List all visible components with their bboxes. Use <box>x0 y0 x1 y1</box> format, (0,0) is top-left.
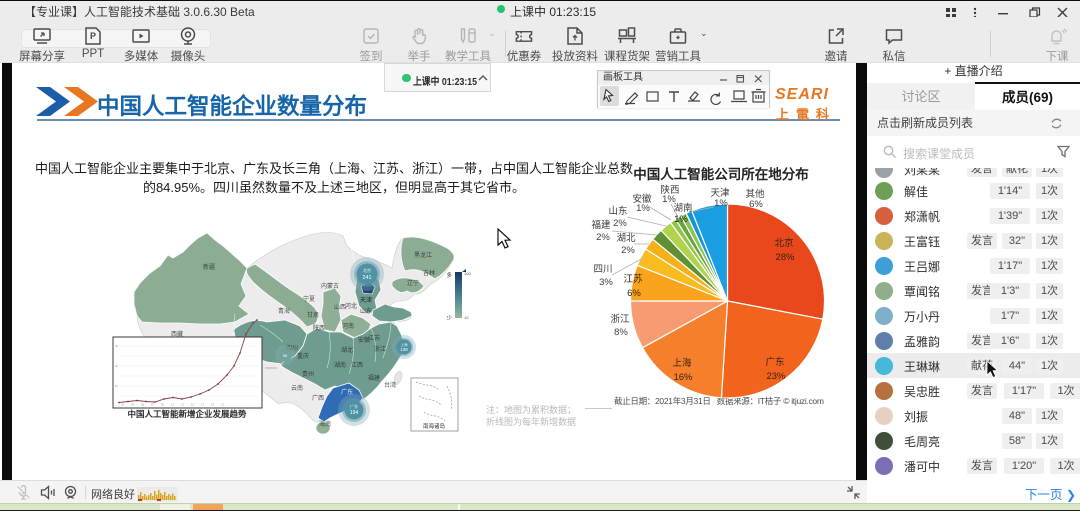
svg-text:北京: 北京 <box>363 267 371 273</box>
svg-text:1%: 1% <box>674 214 688 225</box>
svg-text:05: 05 <box>141 403 145 407</box>
svg-text:广西: 广西 <box>312 394 324 402</box>
svg-text:2%: 2% <box>621 245 635 256</box>
svg-text:6%: 6% <box>627 288 641 299</box>
svg-text:山东: 山东 <box>608 205 627 217</box>
svg-text:03: 03 <box>131 403 135 407</box>
svg-text:16%: 16% <box>673 372 693 383</box>
svg-text:09: 09 <box>161 403 165 407</box>
svg-text:福建: 福建 <box>368 374 380 382</box>
svg-text:台湾: 台湾 <box>384 381 396 389</box>
svg-text:重庆: 重庆 <box>297 352 309 360</box>
svg-text:13: 13 <box>181 403 185 407</box>
svg-text:北京: 北京 <box>774 237 793 249</box>
svg-text:194: 194 <box>350 410 359 416</box>
svg-text:陕西: 陕西 <box>313 324 325 332</box>
svg-text:少: 少 <box>446 315 452 322</box>
svg-text:10: 10 <box>464 315 469 320</box>
svg-text:广东: 广东 <box>765 356 784 368</box>
svg-text:甘肃: 甘肃 <box>307 311 319 319</box>
svg-text:17: 17 <box>201 403 205 407</box>
svg-text:138: 138 <box>400 347 408 352</box>
svg-text:8%: 8% <box>614 327 628 338</box>
svg-text:6%: 6% <box>749 199 763 210</box>
svg-text:15: 15 <box>191 403 195 407</box>
svg-text:天津: 天津 <box>360 297 372 304</box>
svg-text:241: 241 <box>362 275 371 281</box>
svg-text:湖北: 湖北 <box>616 233 636 244</box>
svg-text:浙江: 浙江 <box>610 313 630 325</box>
svg-text:28%: 28% <box>775 252 795 263</box>
svg-text:1%: 1% <box>714 198 728 209</box>
svg-text:辽宁: 辽宁 <box>407 279 419 287</box>
svg-text:湖南: 湖南 <box>673 202 692 214</box>
svg-text:宁夏: 宁夏 <box>303 295 315 303</box>
svg-text:中国人工智能新增企业发展趋势: 中国人工智能新增企业发展趋势 <box>127 409 247 419</box>
svg-text:河南: 河南 <box>342 322 354 330</box>
svg-text:21: 21 <box>221 403 225 407</box>
svg-text:贵州: 贵州 <box>302 370 314 378</box>
svg-text:江西: 江西 <box>351 362 363 369</box>
svg-text:广东: 广东 <box>350 403 358 409</box>
svg-text:内蒙古: 内蒙古 <box>321 282 339 290</box>
svg-text:湖北: 湖北 <box>341 346 353 354</box>
svg-text:海南: 海南 <box>319 420 331 428</box>
svg-text:新疆: 新疆 <box>203 263 215 271</box>
svg-text:浙江: 浙江 <box>374 345 386 353</box>
svg-text:湖南: 湖南 <box>334 361 346 369</box>
svg-text:山西: 山西 <box>334 303 346 311</box>
svg-text:07: 07 <box>151 403 155 407</box>
svg-text:福建: 福建 <box>591 219 611 231</box>
svg-text:黑龙江: 黑龙江 <box>414 251 432 259</box>
svg-text:青海: 青海 <box>278 307 290 315</box>
svg-text:云南: 云南 <box>291 384 303 392</box>
svg-text:四川: 四川 <box>593 264 612 275</box>
svg-text:多: 多 <box>446 271 452 279</box>
svg-text:96: 96 <box>283 354 287 358</box>
svg-text:23%: 23% <box>766 371 786 382</box>
svg-text:P: P <box>90 31 96 41</box>
svg-text:11: 11 <box>171 403 174 407</box>
svg-text:2%: 2% <box>613 218 627 229</box>
svg-text:1%: 1% <box>636 203 650 214</box>
svg-text:吉林: 吉林 <box>423 269 435 277</box>
svg-text:01: 01 <box>121 403 125 407</box>
svg-text:2%: 2% <box>596 232 610 243</box>
svg-text:山东: 山东 <box>360 307 372 315</box>
svg-text:江苏: 江苏 <box>623 273 643 285</box>
svg-text:江苏: 江苏 <box>368 334 380 342</box>
svg-text:3%: 3% <box>599 277 613 288</box>
svg-text:上海: 上海 <box>672 357 692 369</box>
svg-text:南海诸岛: 南海诸岛 <box>423 422 446 430</box>
svg-text:河北: 河北 <box>345 302 357 310</box>
svg-text:19: 19 <box>211 403 215 407</box>
